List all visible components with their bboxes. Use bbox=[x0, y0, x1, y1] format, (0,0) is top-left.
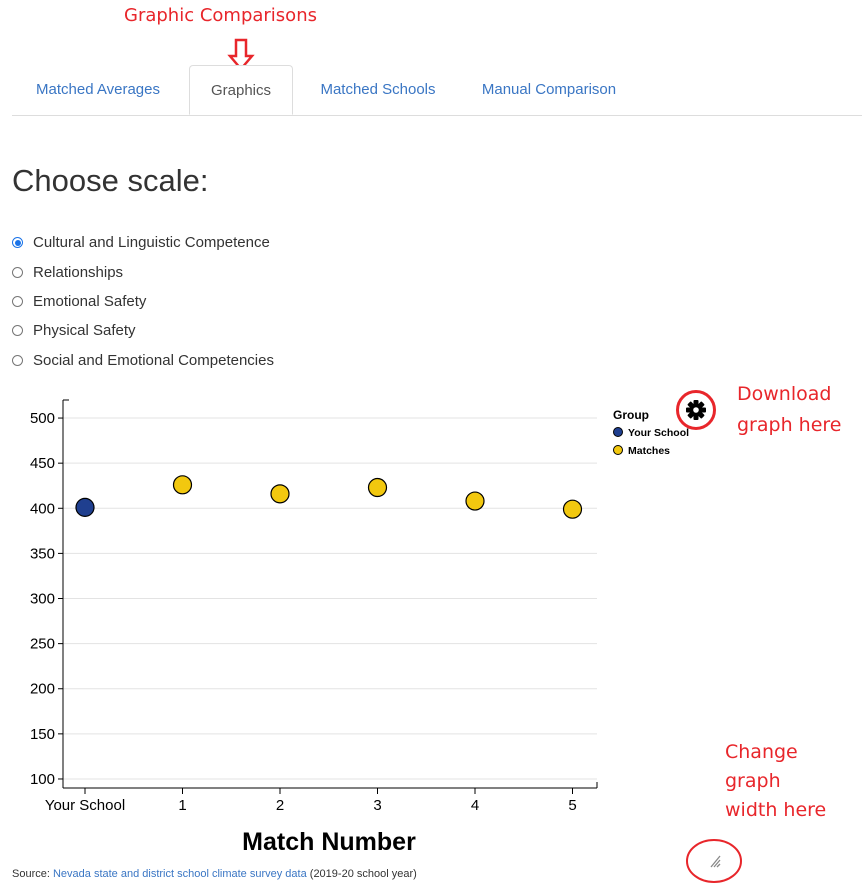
scale-radio-group: Cultural and Linguistic Competence Relat… bbox=[12, 228, 274, 375]
data-point-match bbox=[270, 484, 290, 504]
x-tick-label: Your School bbox=[45, 797, 125, 814]
resize-handle-icon[interactable] bbox=[685, 838, 743, 884]
match-scatter-chart: 100 150 200 250 300 350 400 450 500 Your School 1 2… bbox=[30, 399, 689, 856]
y-tick-label: 200 bbox=[30, 681, 55, 698]
annotation-line: Change bbox=[725, 741, 798, 763]
x-tick-label: 5 bbox=[568, 797, 576, 814]
annotation-graphic-comparisons: Graphic Comparisons bbox=[124, 5, 317, 26]
tick-labels: 100 150 200 250 300 350 400 450 500 Your School 1 2… bbox=[30, 410, 577, 814]
x-tick-label: 4 bbox=[471, 797, 479, 814]
y-tick-label: 350 bbox=[30, 545, 55, 562]
scale-heading: Choose scale: bbox=[12, 163, 209, 198]
source-prefix: Source: bbox=[12, 868, 53, 880]
x-tick-label: 2 bbox=[276, 797, 284, 814]
scale-option-label: Emotional Safety bbox=[33, 292, 147, 310]
annotation-change-width: Change graph width here bbox=[725, 738, 826, 825]
annotation-line: width here bbox=[725, 799, 827, 821]
radio-button[interactable] bbox=[12, 325, 23, 337]
y-tick-label: 250 bbox=[30, 636, 55, 653]
y-tick-label: 500 bbox=[30, 410, 55, 427]
x-tick-label: 1 bbox=[178, 797, 186, 814]
axes bbox=[58, 399, 598, 794]
annotation-download: Download graph here bbox=[737, 379, 841, 441]
scale-option-physical-safety[interactable]: Physical Safety bbox=[12, 316, 274, 345]
scale-option-label: Social and Emotional Competencies bbox=[33, 351, 274, 369]
tab-matched-schools[interactable]: Matched Schools bbox=[300, 65, 456, 114]
radio-button[interactable] bbox=[12, 295, 23, 307]
legend-marker-your-school bbox=[613, 427, 623, 437]
scale-option-social-emotional[interactable]: Social and Emotional Competencies bbox=[12, 346, 274, 375]
data-point-match bbox=[562, 499, 583, 519]
data-point-match bbox=[367, 477, 388, 498]
annotation-line: graph here bbox=[737, 414, 842, 436]
legend-label-matches: Matches bbox=[628, 445, 670, 457]
y-tick-label: 300 bbox=[30, 591, 55, 608]
tab-matched-averages[interactable]: Matched Averages bbox=[12, 65, 184, 114]
x-tick-label: 3 bbox=[373, 797, 381, 814]
legend-title: Group bbox=[613, 408, 649, 422]
radio-button[interactable] bbox=[12, 354, 23, 366]
grid-lines bbox=[63, 417, 597, 780]
x-axis-title: Match Number bbox=[242, 828, 416, 856]
data-points bbox=[75, 475, 583, 519]
source-link[interactable]: Nevada state and district school climate… bbox=[53, 868, 307, 880]
tab-manual-comparison[interactable]: Manual Comparison bbox=[462, 65, 636, 114]
radio-button[interactable] bbox=[12, 266, 23, 278]
data-point-your-school bbox=[75, 497, 95, 517]
gear-icon[interactable] bbox=[676, 390, 716, 430]
scale-option-cultural[interactable]: Cultural and Linguistic Competence bbox=[12, 228, 274, 257]
scale-option-label: Cultural and Linguistic Competence bbox=[33, 234, 270, 252]
radio-button-checked[interactable] bbox=[12, 237, 23, 249]
annotation-line: graph bbox=[725, 770, 781, 792]
y-tick-label: 400 bbox=[30, 500, 55, 517]
y-tick-label: 100 bbox=[30, 771, 55, 788]
scale-option-label: Relationships bbox=[33, 263, 124, 281]
data-point-match bbox=[172, 475, 193, 495]
tab-graphics[interactable]: Graphics bbox=[189, 65, 293, 115]
data-point-match bbox=[465, 491, 485, 511]
y-tick-label: 150 bbox=[30, 726, 55, 743]
scale-option-emotional-safety[interactable]: Emotional Safety bbox=[12, 287, 274, 316]
legend-marker-matches bbox=[613, 445, 623, 455]
y-tick-label: 450 bbox=[30, 455, 55, 472]
source-suffix: (2019-20 school year) bbox=[306, 868, 417, 880]
scale-option-relationships[interactable]: Relationships bbox=[12, 257, 274, 286]
annotation-line: Download bbox=[737, 383, 832, 405]
tab-bar: Matched Averages Graphics Matched School… bbox=[12, 65, 862, 116]
source-citation: Source: Nevada state and district school… bbox=[12, 868, 417, 880]
scale-option-label: Physical Safety bbox=[33, 322, 136, 340]
